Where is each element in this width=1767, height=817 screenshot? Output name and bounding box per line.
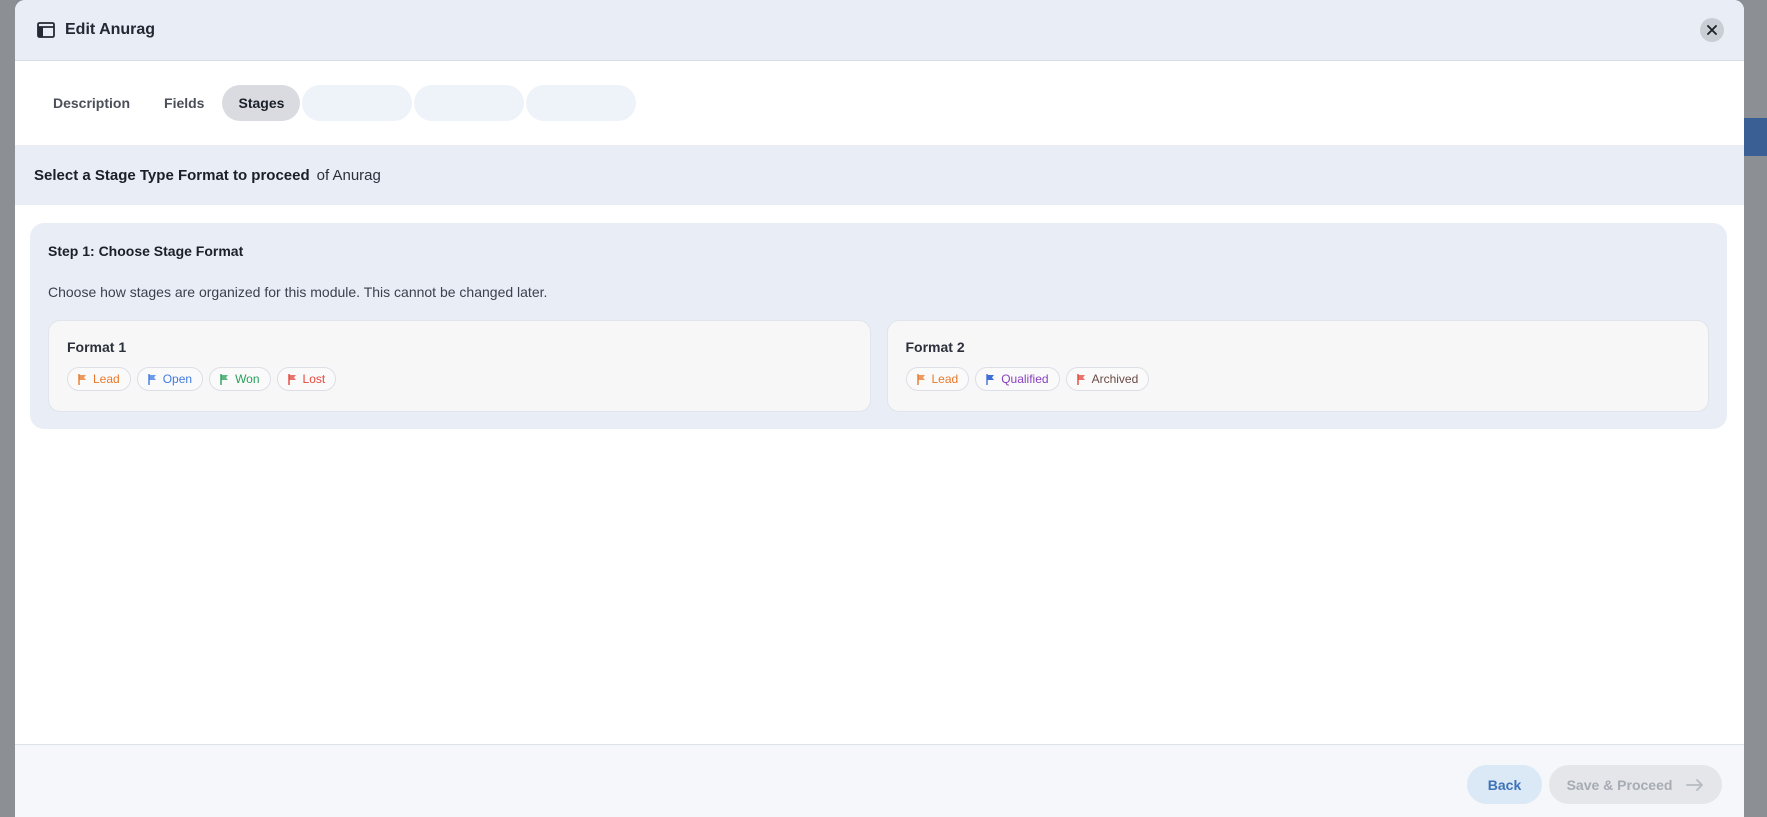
stage-label: Lost bbox=[302, 372, 326, 386]
arrow-right-icon bbox=[1686, 778, 1704, 791]
format-2-card[interactable]: Format 2 Lead Qualified Archived bbox=[886, 320, 1709, 412]
modal-title: Edit Anurag bbox=[65, 21, 156, 38]
flag-icon bbox=[1076, 373, 1085, 385]
tab-stages[interactable]: Stages bbox=[222, 85, 301, 121]
flag-icon bbox=[986, 373, 995, 385]
edit-modal: Edit Anurag Description Fields Stages Se… bbox=[15, 0, 1744, 817]
back-button[interactable]: Back bbox=[1467, 765, 1542, 804]
tab-placeholder bbox=[414, 85, 525, 121]
stage-chip: Lead bbox=[905, 367, 970, 391]
stage-chip: Won bbox=[209, 367, 271, 391]
stage-label: Lead bbox=[931, 372, 959, 386]
step-description: Choose how stages are organized for this… bbox=[48, 284, 548, 300]
stage-chip: Archived bbox=[1065, 367, 1150, 391]
layout-icon bbox=[37, 22, 55, 38]
stage-label: Open bbox=[162, 372, 193, 386]
background-accent bbox=[1743, 118, 1767, 156]
background-page-left bbox=[0, 0, 16, 817]
tab-placeholder bbox=[526, 85, 637, 121]
format-title: Format 2 bbox=[905, 339, 965, 355]
close-button[interactable] bbox=[1700, 18, 1724, 42]
tab-description[interactable]: Description bbox=[37, 85, 146, 121]
modal-footer: Back Save & Proceed bbox=[15, 744, 1744, 817]
save-label: Save & Proceed bbox=[1566, 776, 1673, 793]
flag-icon bbox=[916, 373, 925, 385]
stage-chip: Qualified bbox=[975, 367, 1060, 391]
stage-chip: Lead bbox=[67, 367, 131, 391]
step-title: Step 1: Choose Stage Format bbox=[48, 243, 244, 259]
flag-icon bbox=[148, 373, 156, 385]
stage-label: Won bbox=[235, 372, 260, 386]
format-1-card[interactable]: Format 1 Lead Open Won Lost bbox=[48, 320, 871, 412]
modal-header: Edit Anurag bbox=[15, 0, 1744, 61]
stage-format-step: Step 1: Choose Stage Format Choose how s… bbox=[30, 223, 1727, 429]
section-subtitle: of Anurag bbox=[316, 166, 381, 184]
format-options: Format 1 Lead Open Won Lost Format 2 Lea… bbox=[48, 320, 1709, 412]
tab-fields[interactable]: Fields bbox=[148, 85, 220, 121]
save-and-proceed-button[interactable]: Save & Proceed bbox=[1549, 765, 1722, 804]
flag-icon bbox=[220, 373, 229, 385]
section-header: Select a Stage Type Format to proceed of… bbox=[15, 145, 1744, 205]
stage-label: Lead bbox=[93, 372, 120, 386]
stage-label: Qualified bbox=[1001, 372, 1049, 386]
flag-icon bbox=[287, 373, 296, 385]
stage-chip: Open bbox=[136, 367, 204, 391]
tab-bar: Description Fields Stages bbox=[15, 61, 1744, 145]
tab-placeholder bbox=[302, 85, 413, 121]
stage-label: Archived bbox=[1091, 372, 1139, 386]
section-title: Select a Stage Type Format to proceed bbox=[34, 166, 310, 184]
stage-chips: Lead Qualified Archived bbox=[905, 367, 1691, 391]
stage-chip: Lost bbox=[276, 367, 337, 391]
flag-icon bbox=[78, 373, 86, 385]
stage-chips: Lead Open Won Lost bbox=[67, 367, 852, 391]
format-title: Format 1 bbox=[67, 339, 127, 355]
close-icon bbox=[1707, 25, 1717, 35]
